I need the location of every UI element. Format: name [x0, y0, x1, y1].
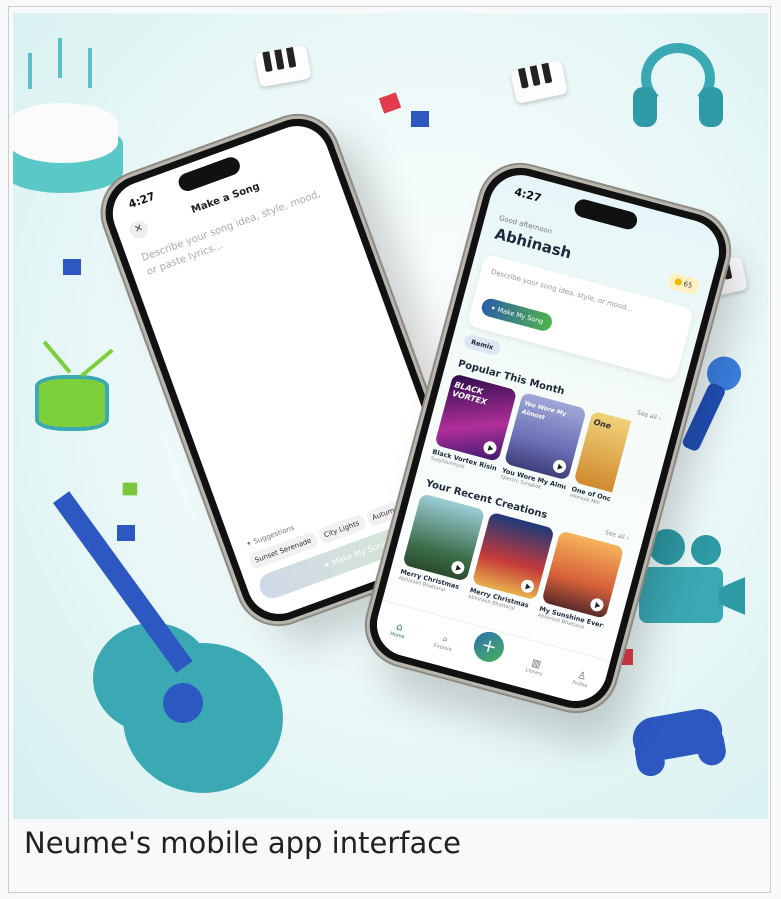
play-button[interactable]: [519, 578, 536, 595]
plus-icon[interactable]: +: [470, 628, 508, 666]
game-controller-icon: [628, 696, 729, 781]
drum-icon: [35, 340, 115, 435]
play-button[interactable]: [589, 596, 605, 613]
dynamic-island: [572, 197, 640, 232]
cover-art-text: BLACK VORTEX: [451, 380, 489, 407]
promo-image: 4:27 ✕ Make a Song Describe your song id…: [13, 13, 768, 819]
cover-art: BLACK VORTEX: [434, 373, 518, 462]
piano-keys-icon: [510, 59, 568, 105]
recent-see-all-link[interactable]: See all ›: [604, 529, 629, 542]
nav-profile[interactable]: ♙ Profile: [562, 666, 601, 692]
nav-home[interactable]: ⌂ Home: [379, 617, 418, 643]
status-time: 4:27: [512, 185, 543, 205]
cover-art: [541, 530, 625, 619]
nav-explore[interactable]: ⌕ Explore: [425, 629, 464, 655]
cover-art: You Wore My Almost: [503, 391, 587, 481]
headphones-icon: [633, 43, 723, 133]
cover-art: [402, 493, 486, 582]
dynamic-island: [176, 154, 243, 194]
cover-art: [471, 511, 555, 601]
credits-count: 65: [682, 279, 694, 291]
remix-chip[interactable]: Remix: [462, 333, 502, 357]
play-button[interactable]: [449, 559, 466, 576]
play-button[interactable]: [551, 458, 568, 475]
make-my-song-button[interactable]: ✦ Make My Song: [479, 296, 554, 333]
credits-badge[interactable]: 65: [667, 272, 701, 296]
cover-art-text: One: [592, 417, 613, 431]
prompt-card: Describe your song idea, style, or mood.…: [466, 253, 695, 381]
nav-library[interactable]: ▥ Library: [516, 654, 555, 680]
birthday-cake-icon: [13, 38, 123, 203]
video-camera-icon: [639, 529, 749, 639]
heart-icon: [122, 482, 138, 496]
piano-keys-icon: [254, 44, 312, 88]
coin-icon: [674, 277, 683, 287]
heart-icon: [378, 92, 402, 114]
status-time: 4:27: [126, 189, 157, 212]
image-caption: Neume's mobile app interface: [24, 826, 462, 860]
nav-create[interactable]: +: [470, 628, 510, 667]
play-button[interactable]: [482, 439, 498, 456]
cover-art-text: You Wore My Almost: [520, 399, 568, 422]
heart-icon: [63, 259, 81, 275]
popular-see-all-link[interactable]: See all ›: [636, 409, 661, 422]
heart-icon: [411, 111, 429, 127]
